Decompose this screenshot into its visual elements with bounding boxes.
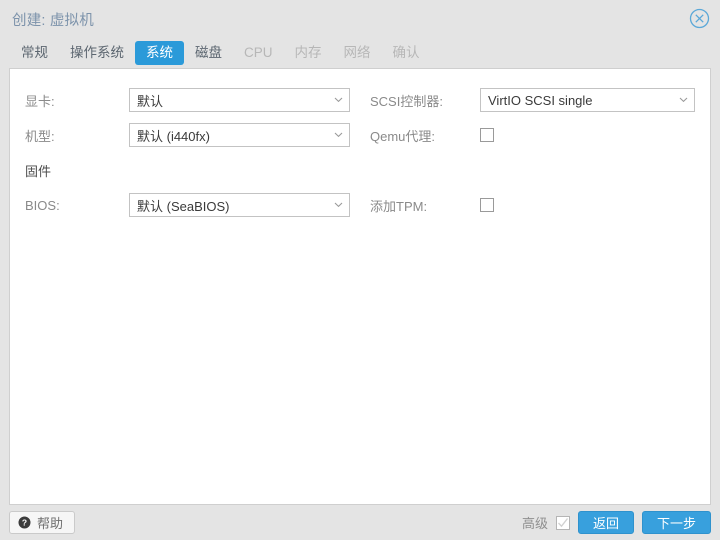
advanced-label: 高级 [521, 516, 548, 531]
system-settings-panel: 显卡: 默认 机型: 默认 (i440fx) 固件 BIOS: 默认 (SeaB… [9, 68, 711, 505]
bios-label: BIOS: [25, 197, 60, 213]
help-button-label: 帮助 [37, 516, 64, 531]
field-row-qemu-agent: Qemu代理: [370, 120, 695, 150]
tab-os[interactable]: 操作系统 [59, 41, 135, 65]
qemu-agent-checkbox[interactable] [480, 128, 494, 142]
tab-confirm: 确认 [392, 45, 420, 60]
chevron-down-icon [334, 200, 343, 209]
back-button[interactable]: 返回 [577, 511, 634, 534]
machine-select[interactable]: 默认 (i440fx) [129, 123, 350, 147]
dialog-footer: ? 帮助 高级 返回 下一步 [0, 505, 720, 540]
field-row-firmware: 固件 [25, 155, 350, 185]
chevron-down-icon [334, 95, 343, 104]
field-row-machine: 机型: 默认 (i440fx) [25, 120, 350, 150]
add-tpm-label: 添加TPM: [370, 198, 428, 214]
machine-value: 默认 (i440fx) [137, 128, 210, 144]
tab-disks[interactable]: 磁盘 [184, 41, 233, 65]
footer-actions: 高级 返回 下一步 [522, 511, 711, 534]
tab-memory: 内存 [294, 45, 322, 60]
qemu-agent-label: Qemu代理: [370, 128, 436, 144]
graphic-card-value: 默认 [137, 93, 164, 109]
question-mark-icon: ? [18, 516, 31, 529]
graphic-card-label: 显卡: [25, 93, 55, 109]
add-tpm-checkbox[interactable] [480, 198, 494, 212]
advanced-checkbox[interactable] [555, 515, 570, 530]
close-icon[interactable] [689, 8, 710, 29]
machine-label: 机型: [25, 128, 55, 144]
tab-cpu: CPU [244, 45, 273, 60]
scsi-controller-value: VirtIO SCSI single [488, 92, 593, 108]
chevron-down-icon [334, 130, 343, 139]
form-columns: 显卡: 默认 机型: 默认 (i440fx) 固件 BIOS: 默认 (SeaB… [10, 85, 710, 225]
graphic-card-select[interactable]: 默认 [129, 88, 350, 112]
bios-select[interactable]: 默认 (SeaBIOS) [129, 193, 350, 217]
svg-text:?: ? [22, 518, 27, 528]
chevron-down-icon [679, 95, 688, 104]
scsi-controller-select[interactable]: VirtIO SCSI single [480, 88, 695, 112]
firmware-section-label: 固件 [25, 163, 52, 179]
bios-value: 默认 (SeaBIOS) [137, 198, 230, 214]
tab-network: 网络 [343, 45, 371, 60]
dialog-title: 创建: 虚拟机 [12, 12, 94, 29]
field-row-add-tpm: 添加TPM: [370, 190, 695, 220]
help-button[interactable]: ? 帮助 [9, 511, 76, 534]
field-row-bios: BIOS: 默认 (SeaBIOS) [25, 190, 350, 220]
next-button[interactable]: 下一步 [641, 511, 711, 534]
create-vm-dialog: 创建: 虚拟机 常规 操作系统 系统 磁盘 CPU 内存 网络 确认 显卡: 默… [0, 0, 720, 540]
dialog-titlebar: 创建: 虚拟机 [0, 0, 720, 38]
form-column-right: SCSI控制器: VirtIO SCSI single Qemu代理: 添加TP… [360, 85, 710, 225]
field-row-scsi-controller: SCSI控制器: VirtIO SCSI single [370, 85, 695, 115]
scsi-controller-label: SCSI控制器: [370, 93, 443, 109]
field-row-graphic-card: 显卡: 默认 [25, 85, 350, 115]
tab-general[interactable]: 常规 [10, 41, 59, 65]
panel-wrapper: 显卡: 默认 机型: 默认 (i440fx) 固件 BIOS: 默认 (SeaB… [0, 68, 720, 505]
tab-system[interactable]: 系统 [135, 41, 184, 65]
form-column-left: 显卡: 默认 机型: 默认 (i440fx) 固件 BIOS: 默认 (SeaB… [10, 85, 360, 225]
wizard-tabbar: 常规 操作系统 系统 磁盘 CPU 内存 网络 确认 [0, 38, 720, 68]
